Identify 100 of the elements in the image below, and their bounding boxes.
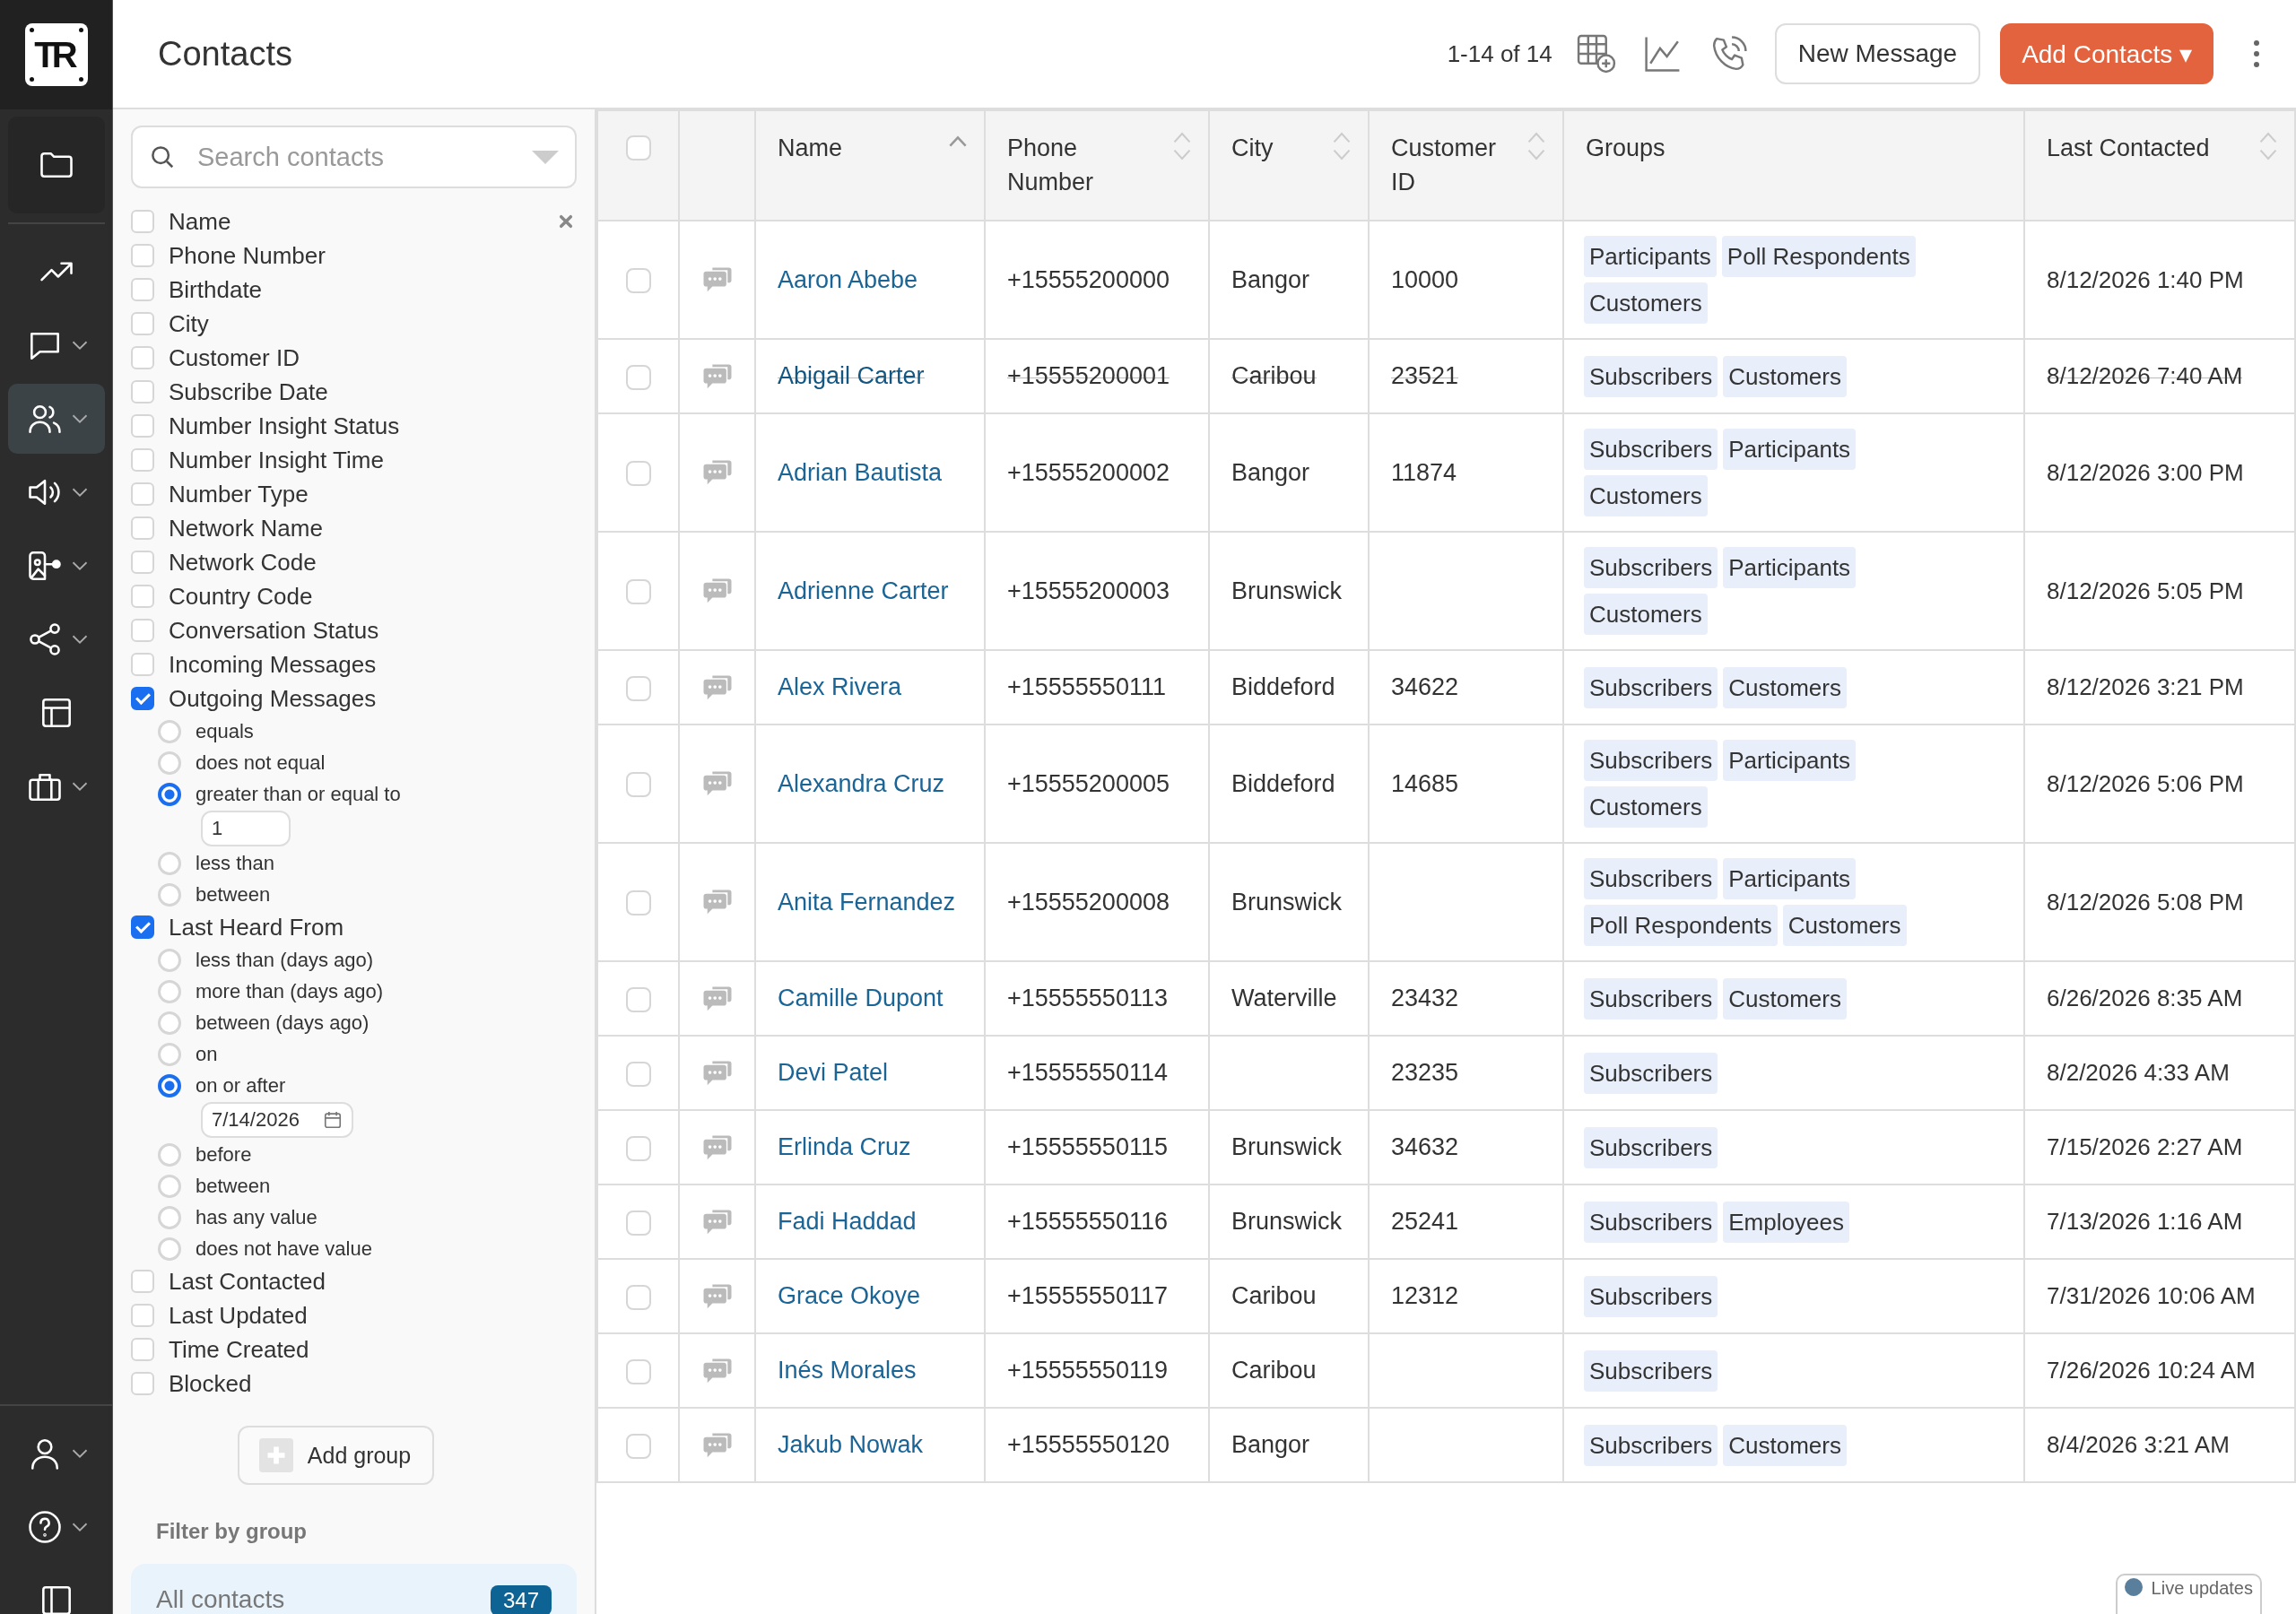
column-header: Groups (1586, 134, 1665, 163)
contact-name-link[interactable]: Devi Patel (778, 1059, 889, 1086)
table-add-icon[interactable] (1575, 33, 1617, 74)
row-checkbox[interactable] (625, 364, 651, 390)
field-label: Time Created (169, 1335, 310, 1364)
group-item[interactable]: All contacts 347 (131, 1564, 577, 1614)
table-cell: +15555200000 (1007, 265, 1170, 293)
contact-name-link[interactable]: Adrienne Carter (778, 577, 949, 604)
table-cell: +15555200008 (1007, 888, 1170, 915)
option-label: between (196, 1174, 271, 1198)
nav-item[interactable] (7, 384, 105, 454)
table-cell: 34622 (1391, 673, 1459, 700)
row-checkbox[interactable] (625, 890, 651, 916)
column-header[interactable]: Name (778, 131, 843, 165)
option-label: on (196, 1042, 218, 1066)
field-label: Network Name (169, 514, 324, 542)
radio-button[interactable] (158, 1073, 181, 1098)
row-checkbox[interactable] (625, 1358, 651, 1384)
table-cell: +15555550120 (1007, 1431, 1170, 1458)
table-cell: +15555550119 (1007, 1357, 1168, 1384)
contact-name-link[interactable]: Alex Rivera (778, 673, 902, 700)
contact-name-link[interactable]: Aaron Abebe (778, 265, 918, 293)
field-label: Blocked (169, 1369, 253, 1398)
table-cell: Brunswick (1231, 1133, 1343, 1160)
table-cell: +15555200005 (1007, 769, 1170, 797)
result-count: 1-14 of 14 (1447, 39, 1552, 68)
group-tag: Participants (1723, 547, 1857, 588)
table-cell: Waterville (1231, 985, 1337, 1011)
field-label: Phone Number (169, 241, 326, 270)
search-field[interactable]: Search contacts (131, 126, 577, 188)
row-checkbox[interactable] (625, 268, 651, 294)
more-menu-icon[interactable] (2253, 39, 2260, 69)
field-label: Last Updated (169, 1301, 309, 1330)
row-checkbox[interactable] (625, 675, 651, 701)
table-cell: 7/13/2026 1:16 AM (2047, 1208, 2243, 1235)
chevron-icon (71, 1522, 88, 1532)
new-message-button[interactable]: New Message (1774, 23, 1981, 84)
row-checkbox[interactable] (625, 1284, 651, 1310)
row-checkbox[interactable] (625, 1210, 651, 1236)
chevron-icon (71, 340, 88, 351)
dropdown-caret-icon[interactable] (532, 151, 559, 164)
row-checkbox[interactable] (625, 1433, 651, 1459)
chevron-icon (71, 634, 88, 645)
column-header[interactable]: Last Contacted (2047, 131, 2210, 165)
option-label: on or after (196, 1073, 286, 1098)
group-tag: Subscribers (1584, 1126, 1718, 1168)
row-checkbox[interactable] (625, 986, 651, 1012)
field-label: Number Insight Time (169, 446, 385, 474)
row-checkbox[interactable] (625, 1061, 651, 1087)
field-label: Conversation Status (169, 616, 380, 645)
date-field[interactable]: 7/14/2026 (201, 1102, 353, 1138)
live-updates-badge[interactable]: Live updates (2115, 1574, 2262, 1614)
table-cell: +15555200002 (1007, 458, 1170, 486)
field-checkbox[interactable] (131, 687, 154, 710)
option-label: before (196, 1142, 252, 1167)
table-cell: 14685 (1391, 769, 1459, 797)
field-label: Customer ID (169, 343, 300, 372)
page-title: Contacts (158, 34, 292, 74)
option-label: equals (196, 719, 254, 743)
contact-name-link[interactable]: Alexandra Cruz (778, 769, 945, 797)
table-cell: 23235 (1391, 1059, 1459, 1086)
radio-button[interactable] (158, 782, 181, 806)
sort-ascending-icon[interactable] (948, 134, 968, 149)
field-checkbox[interactable] (131, 915, 154, 939)
group-tag: Participants (1723, 740, 1857, 781)
group-tag: Subscribers (1584, 1349, 1718, 1392)
group-tag: Subscribers (1584, 547, 1718, 588)
group-tag: Poll Respondents (1584, 905, 1778, 946)
sort-icon[interactable] (1172, 131, 1192, 161)
add-group-button[interactable]: Add group (237, 1426, 435, 1485)
contact-name-link[interactable]: Anita Fernandez (778, 888, 956, 915)
table-cell: 11874 (1391, 458, 1457, 486)
row-checkbox[interactable] (625, 579, 651, 605)
group-tag: Customers (1723, 1424, 1847, 1466)
row-checkbox[interactable] (625, 772, 651, 798)
row-checkbox[interactable] (625, 461, 651, 487)
add-contacts-button[interactable]: Add Contacts ▾ (2000, 23, 2213, 84)
sort-icon[interactable] (1526, 131, 1546, 161)
app-logo[interactable]: TR (24, 23, 88, 86)
select-all-checkbox[interactable] (625, 134, 651, 161)
number-field[interactable]: 1 (201, 811, 291, 846)
column-header[interactable]: City (1231, 131, 1274, 165)
row-checkbox[interactable] (625, 1135, 651, 1161)
table-cell: +15555200003 (1007, 577, 1170, 604)
table-cell: +15555550117 (1007, 1282, 1168, 1309)
sort-icon[interactable] (1332, 131, 1352, 161)
group-tag: Participants (1723, 429, 1857, 470)
chevron-icon (71, 560, 88, 571)
field-label: Outgoing Messages (169, 684, 378, 713)
nav-item[interactable] (7, 117, 105, 213)
group-tag: Poll Respondents (1721, 236, 1916, 277)
table-cell: 7/15/2026 2:27 AM (2047, 1133, 2243, 1160)
clear-icon[interactable] (559, 214, 573, 229)
count-badge: 347 (490, 1585, 552, 1614)
contact-name-link[interactable]: Adrian Bautista (778, 458, 943, 486)
sort-icon[interactable] (2258, 131, 2278, 161)
table-cell: 8/12/2026 5:08 PM (2047, 888, 2244, 915)
group-tag: Customers (1723, 977, 1847, 1020)
group-tag: Subscribers (1584, 740, 1718, 781)
chevron-icon (71, 487, 88, 498)
